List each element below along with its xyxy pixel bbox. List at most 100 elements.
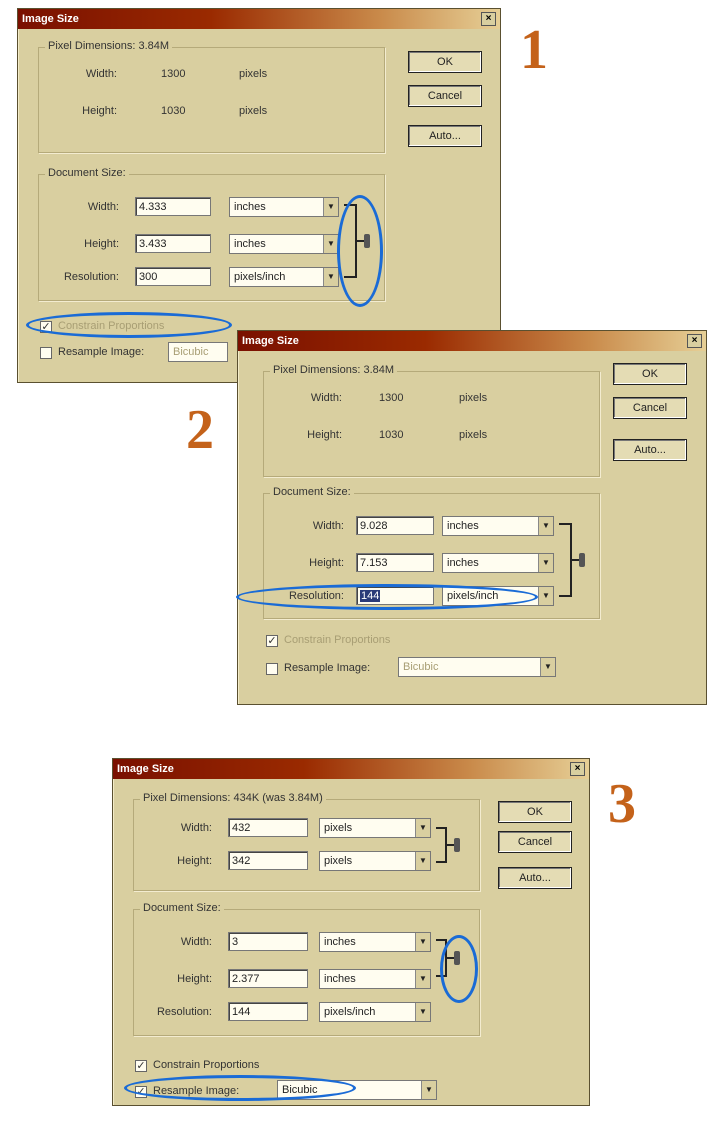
image-size-dialog-3: Image Size × Pixel Dimensions: 434K (was… bbox=[112, 758, 590, 1106]
resolution-unit-select[interactable]: pixels/inch ▼ bbox=[319, 1002, 431, 1022]
pixel-height-unit-select[interactable]: pixels ▼ bbox=[319, 851, 431, 871]
resample-image-label: Resample Image: bbox=[58, 346, 145, 358]
pixel-width-unit: pixels bbox=[239, 68, 268, 80]
chevron-down-icon[interactable]: ▼ bbox=[540, 658, 555, 676]
doc-width-input[interactable]: 3 bbox=[228, 932, 308, 951]
chevron-down-icon[interactable]: ▼ bbox=[415, 970, 430, 988]
doc-width-unit: inches bbox=[447, 520, 479, 532]
pixel-dimensions-label: Pixel Dimensions: 3.84M bbox=[270, 364, 398, 376]
doc-width-unit: inches bbox=[324, 936, 356, 948]
doc-width-label: Width: bbox=[87, 201, 119, 213]
doc-width-unit-select[interactable]: inches ▼ bbox=[319, 932, 431, 952]
constrain-proportions-label: Constrain Proportions bbox=[284, 634, 391, 646]
auto-button[interactable]: Auto... bbox=[613, 439, 687, 461]
pixel-width-unit: pixels bbox=[459, 392, 488, 404]
close-icon[interactable]: × bbox=[481, 12, 496, 26]
auto-button[interactable]: Auto... bbox=[408, 125, 482, 147]
chevron-down-icon[interactable]: ▼ bbox=[538, 554, 553, 572]
annotation-oval-resolution bbox=[236, 584, 538, 610]
title-bar[interactable]: Image Size × bbox=[238, 331, 706, 351]
pixel-width-label: Width: bbox=[85, 68, 117, 80]
pixel-height-label: Height: bbox=[82, 105, 117, 117]
document-size-label: Document Size: bbox=[45, 167, 129, 179]
image-size-dialog-2: Image Size × Pixel Dimensions: 3.84M Wid… bbox=[237, 330, 707, 705]
resample-method-value: Bicubic bbox=[173, 346, 209, 358]
chevron-down-icon[interactable]: ▼ bbox=[415, 852, 430, 870]
document-size-group: Document Size: Width: 4.333 inches ▼ Heig… bbox=[38, 167, 385, 301]
doc-height-input[interactable]: 7.153 bbox=[356, 553, 434, 572]
pixel-width-input[interactable]: 432 bbox=[228, 818, 308, 837]
doc-height-unit-select[interactable]: inches ▼ bbox=[229, 234, 339, 254]
cancel-button[interactable]: Cancel bbox=[408, 85, 482, 107]
chevron-down-icon[interactable]: ▼ bbox=[323, 268, 338, 286]
title-bar[interactable]: Image Size × bbox=[113, 759, 589, 779]
doc-height-label: Height: bbox=[309, 557, 344, 569]
auto-button[interactable]: Auto... bbox=[498, 867, 572, 889]
doc-height-label: Height: bbox=[177, 973, 212, 985]
ok-button[interactable]: OK bbox=[498, 801, 572, 823]
close-icon[interactable]: × bbox=[687, 334, 702, 348]
pixel-width-value: 1300 bbox=[379, 392, 404, 404]
doc-height-label: Height: bbox=[84, 238, 119, 250]
resolution-unit-select[interactable]: pixels/inch ▼ bbox=[229, 267, 339, 287]
doc-width-input[interactable]: 4.333 bbox=[135, 197, 211, 216]
doc-height-unit-select[interactable]: inches ▼ bbox=[442, 553, 554, 573]
resample-method-value: Bicubic bbox=[403, 661, 439, 673]
resample-method-select[interactable]: Bicubic ▼ bbox=[398, 657, 556, 677]
doc-width-input[interactable]: 9.028 bbox=[356, 516, 434, 535]
resample-image-label: Resample Image: bbox=[284, 662, 371, 674]
chevron-down-icon[interactable]: ▼ bbox=[415, 933, 430, 951]
ok-button[interactable]: OK bbox=[613, 363, 687, 385]
annotation-oval-doc-link bbox=[440, 935, 478, 1003]
chevron-down-icon[interactable]: ▼ bbox=[323, 198, 338, 216]
document-size-label: Document Size: bbox=[140, 902, 224, 914]
resample-image-checkbox[interactable] bbox=[266, 663, 278, 675]
doc-width-unit-select[interactable]: inches ▼ bbox=[229, 197, 339, 217]
pixel-width-unit: pixels bbox=[324, 822, 353, 834]
doc-height-input[interactable]: 3.433 bbox=[135, 234, 211, 253]
title-bar[interactable]: Image Size × bbox=[18, 9, 500, 29]
resolution-unit: pixels/inch bbox=[324, 1006, 376, 1018]
cancel-button[interactable]: Cancel bbox=[613, 397, 687, 419]
doc-height-unit-select[interactable]: inches ▼ bbox=[319, 969, 431, 989]
resample-image-checkbox[interactable] bbox=[40, 347, 52, 359]
step-number-2: 2 bbox=[186, 399, 214, 461]
pixel-height-unit: pixels bbox=[459, 429, 488, 441]
resolution-label: Resolution: bbox=[63, 271, 119, 283]
pixel-height-input[interactable]: 342 bbox=[228, 851, 308, 870]
chevron-down-icon[interactable]: ▼ bbox=[323, 235, 338, 253]
pixel-width-unit-select[interactable]: pixels ▼ bbox=[319, 818, 431, 838]
constrain-proportions-checkbox[interactable]: ✓ bbox=[135, 1060, 147, 1072]
chevron-down-icon[interactable]: ▼ bbox=[538, 587, 553, 605]
constrain-proportions-checkbox[interactable]: ✓ bbox=[266, 635, 278, 647]
chevron-down-icon[interactable]: ▼ bbox=[538, 517, 553, 535]
step-number-3: 3 bbox=[608, 773, 636, 835]
resolution-input[interactable]: 300 bbox=[135, 267, 211, 286]
chevron-down-icon[interactable]: ▼ bbox=[421, 1081, 436, 1099]
pixel-width-value: 1300 bbox=[161, 68, 186, 80]
resolution-label: Resolution: bbox=[156, 1006, 212, 1018]
doc-height-input[interactable]: 2.377 bbox=[228, 969, 308, 988]
chevron-down-icon[interactable]: ▼ bbox=[415, 1003, 430, 1021]
dialog-title: Image Size bbox=[22, 13, 79, 25]
pixel-height-unit: pixels bbox=[239, 105, 268, 117]
pixel-dimensions-label: Pixel Dimensions: 3.84M bbox=[45, 40, 173, 52]
resample-method-select[interactable]: Bicubic bbox=[168, 342, 228, 362]
pixel-width-label: Width: bbox=[180, 822, 212, 834]
pixel-dimensions-group: Pixel Dimensions: 434K (was 3.84M) Width… bbox=[133, 792, 480, 891]
pixel-dimensions-label: Pixel Dimensions: 434K (was 3.84M) bbox=[140, 792, 326, 804]
cancel-button[interactable]: Cancel bbox=[498, 831, 572, 853]
doc-height-unit: inches bbox=[447, 557, 479, 569]
link-bracket-icon bbox=[559, 523, 585, 597]
constrain-proportions-label: Constrain Proportions bbox=[153, 1059, 260, 1071]
pixel-height-label: Height: bbox=[177, 855, 212, 867]
resolution-input[interactable]: 144 bbox=[228, 1002, 308, 1021]
ok-button[interactable]: OK bbox=[408, 51, 482, 73]
doc-width-label: Width: bbox=[312, 520, 344, 532]
chevron-down-icon[interactable]: ▼ bbox=[415, 819, 430, 837]
close-icon[interactable]: × bbox=[570, 762, 585, 776]
pixel-height-unit: pixels bbox=[324, 855, 353, 867]
annotation-oval-constrain-link bbox=[337, 195, 383, 307]
pixel-width-label: Width: bbox=[310, 392, 342, 404]
doc-width-unit-select[interactable]: inches ▼ bbox=[442, 516, 554, 536]
